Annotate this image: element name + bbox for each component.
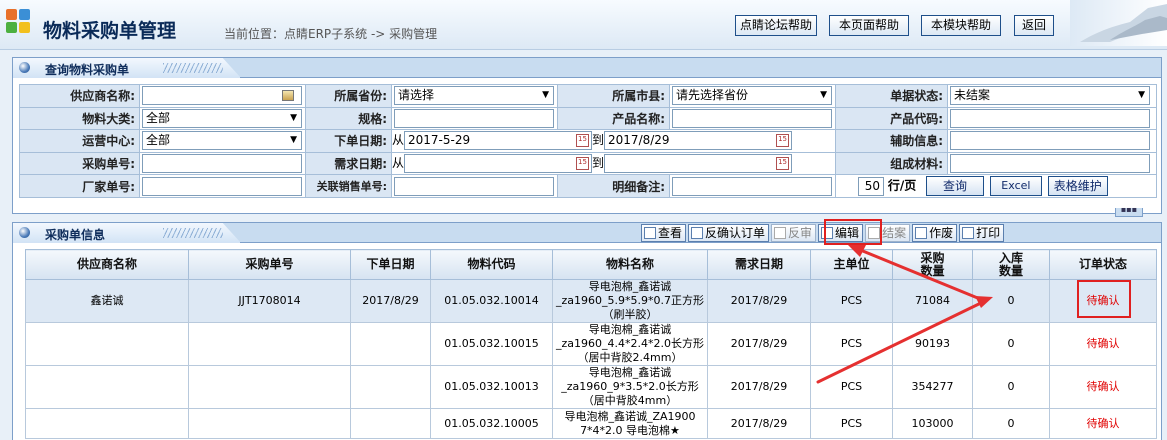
annotation-arrow-icon bbox=[816, 245, 993, 384]
